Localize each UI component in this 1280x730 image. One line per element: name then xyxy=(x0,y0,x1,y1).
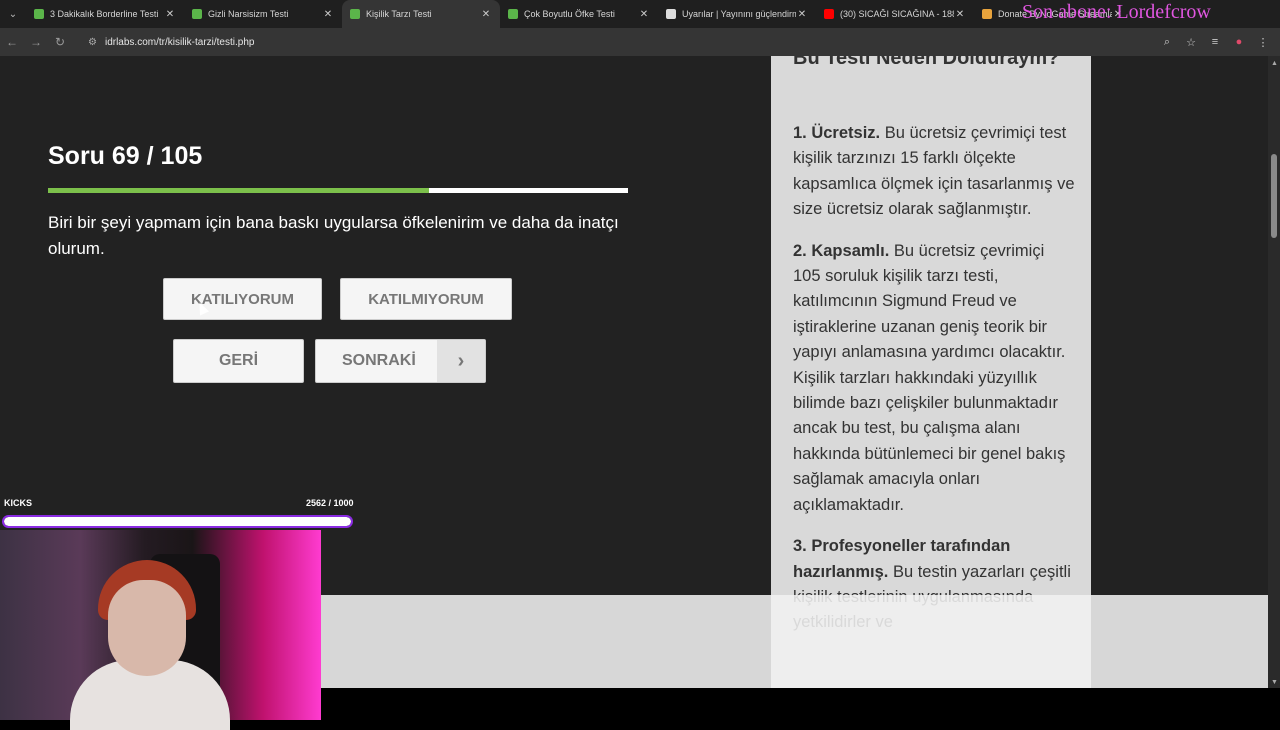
tab-favicon-icon xyxy=(192,9,202,19)
tab-favicon-icon xyxy=(666,9,676,19)
scrollbar-thumb[interactable] xyxy=(1271,154,1277,238)
browser-tab[interactable]: Kişilik Tarzı Testi ✕ xyxy=(342,0,500,28)
sidebar-paragraph: 2. Kapsamlı. Bu ücretsiz çevrimiçi 105 s… xyxy=(793,239,1075,518)
kicks-label: KICKS xyxy=(4,498,33,508)
tab-search-icon[interactable]: ⌄ xyxy=(0,0,26,28)
kicks-count: 2562 / 1000 xyxy=(306,498,354,508)
next-button-label: SONRAKİ xyxy=(342,352,416,369)
profile-avatar-icon[interactable]: ● xyxy=(1232,36,1246,48)
tab-title: 3 Dakikalık Borderline Testi xyxy=(50,9,159,19)
tab-favicon-icon xyxy=(350,9,360,19)
browser-tab[interactable]: Gizli Narsisizm Testi ✕ xyxy=(184,0,342,28)
back-arrow-icon[interactable]: ← xyxy=(0,35,24,49)
page-scrollbar[interactable]: ▲ ▼ xyxy=(1268,56,1280,688)
tab-favicon-icon xyxy=(34,9,44,19)
browser-tab[interactable]: Çok Boyutlu Öfke Testi ✕ xyxy=(500,0,658,28)
back-button[interactable]: GERİ xyxy=(173,339,304,383)
browser-tab[interactable]: 3 Dakikalık Borderline Testi ✕ xyxy=(26,0,184,28)
tab-close-icon[interactable]: ✕ xyxy=(796,9,808,20)
stream-overlay-bar xyxy=(320,595,1268,688)
sidebar-heading: Bu Testi Neden Dolduraym? xyxy=(793,56,1060,69)
media-control-icon[interactable]: ≡ xyxy=(1208,36,1222,48)
kicks-progress-bar xyxy=(2,515,353,528)
zoom-icon[interactable]: ⌕ xyxy=(1160,36,1174,49)
tab-favicon-icon xyxy=(982,9,992,19)
tab-favicon-icon xyxy=(824,9,834,19)
tab-close-icon[interactable]: ✕ xyxy=(322,9,334,20)
bookmark-star-icon[interactable]: ☆ xyxy=(1184,36,1198,49)
scroll-down-icon[interactable]: ▼ xyxy=(1271,679,1278,686)
site-info-icon[interactable]: ⚙ xyxy=(88,37,97,48)
url-field[interactable]: ⚙ idrlabs.com/tr/kisilik-tarzi/testi.php xyxy=(84,31,1150,53)
question-counter: Soru 69 / 105 xyxy=(48,142,203,170)
tab-close-icon[interactable]: ✕ xyxy=(164,9,176,20)
webcam-feed xyxy=(0,530,321,730)
stream-subscriber-overlay: Son abone: Lordefcrow xyxy=(1022,1,1211,23)
sidebar-paragraph-title: 2. Kapsamlı. xyxy=(793,241,890,260)
progress-fill xyxy=(48,188,430,193)
next-button[interactable]: SONRAKİ › xyxy=(315,339,486,383)
tab-title: (30) SICAĞI SICAĞINA - 188.Bö xyxy=(840,9,954,19)
why-take-test-panel: Bu Testi Neden Dolduraym? 1. Ücretsiz. B… xyxy=(771,56,1091,688)
address-bar-actions: ⌕ ☆ ≡ ● ⋮ xyxy=(1160,28,1280,56)
browser-tab[interactable]: (30) SICAĞI SICAĞINA - 188.Bö✕ xyxy=(816,0,974,28)
reload-icon[interactable]: ↻ xyxy=(48,35,72,49)
forward-arrow-icon[interactable]: → xyxy=(24,35,48,49)
webcam-person-face xyxy=(108,580,186,676)
sidebar-paragraph: 1. Ücretsiz. Bu ücretsiz çevrimiçi test … xyxy=(793,121,1075,223)
scroll-up-icon[interactable]: ▲ xyxy=(1271,60,1278,67)
agree-button[interactable]: KATILIYORUM xyxy=(163,278,322,320)
tab-favicon-icon xyxy=(508,9,518,19)
stream-letterbox xyxy=(320,688,1280,720)
sidebar-paragraph-text: Bu ücretsiz çevrimiçi 105 soruluk kişili… xyxy=(793,241,1066,514)
question-text: Biri bir şeyi yapmam için bana baskı uyg… xyxy=(48,213,619,258)
tab-title: Çok Boyutlu Öfke Testi xyxy=(524,9,615,19)
tab-close-icon[interactable]: ✕ xyxy=(480,9,492,20)
chevron-right-icon: › xyxy=(437,340,485,382)
address-bar: ← → ↻ ⚙ idrlabs.com/tr/kisilik-tarzi/tes… xyxy=(0,28,1280,56)
sidebar-paragraphs: 1. Ücretsiz. Bu ücretsiz çevrimiçi test … xyxy=(793,121,1075,652)
url-text: idrlabs.com/tr/kisilik-tarzi/testi.php xyxy=(104,36,255,48)
tabs-container: 3 Dakikalık Borderline Testi ✕ Gizli Narsi… xyxy=(26,0,1132,28)
progress-bar xyxy=(48,188,628,193)
tab-close-icon[interactable]: ✕ xyxy=(638,9,650,20)
disagree-button[interactable]: KATILMIYORUM xyxy=(340,278,512,320)
menu-dots-icon[interactable]: ⋮ xyxy=(1256,36,1270,49)
tab-close-icon[interactable]: ✕ xyxy=(954,9,966,20)
kicks-progress-fill xyxy=(4,517,351,526)
tab-title: Uyarılar | Yayınını güçlendirmek xyxy=(682,9,796,19)
browser-tab[interactable]: Uyarılar | Yayınını güçlendirmek✕ xyxy=(658,0,816,28)
tab-title: Gizli Narsisizm Testi xyxy=(208,9,289,19)
sidebar-paragraph-title: 1. Ücretsiz. xyxy=(793,124,881,142)
tab-title: Kişilik Tarzı Testi xyxy=(366,9,432,19)
